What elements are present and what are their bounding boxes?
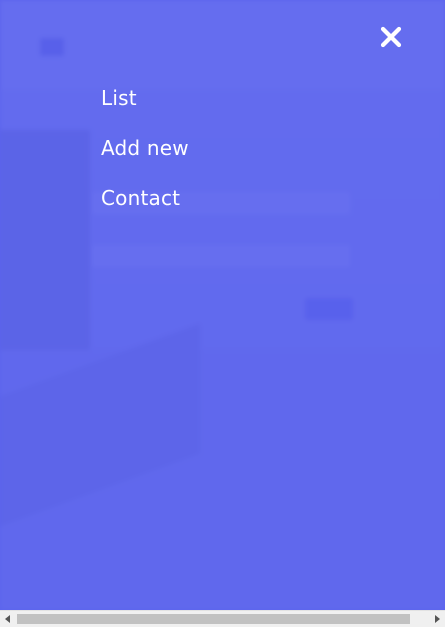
close-button[interactable] bbox=[378, 24, 404, 50]
scrollbar-thumb[interactable] bbox=[17, 614, 410, 624]
arrow-right-icon bbox=[435, 615, 440, 623]
close-icon bbox=[380, 26, 402, 48]
menu-link-list[interactable]: List bbox=[101, 86, 137, 110]
arrow-left-icon bbox=[5, 615, 10, 623]
menu-item-add-new: Add new bbox=[101, 134, 189, 184]
menu-link-contact[interactable]: Contact bbox=[101, 186, 180, 210]
menu-item-contact: Contact bbox=[101, 184, 189, 234]
scroll-right-button[interactable] bbox=[429, 611, 445, 627]
scroll-left-button[interactable] bbox=[0, 611, 16, 627]
horizontal-scrollbar[interactable] bbox=[0, 610, 445, 627]
app-viewport: List Add new Contact bbox=[0, 0, 445, 610]
menu-item-list: List bbox=[101, 84, 189, 134]
menu-link-add-new[interactable]: Add new bbox=[101, 136, 189, 160]
menu-overlay: List Add new Contact bbox=[0, 0, 445, 610]
overlay-menu: List Add new Contact bbox=[101, 84, 189, 234]
